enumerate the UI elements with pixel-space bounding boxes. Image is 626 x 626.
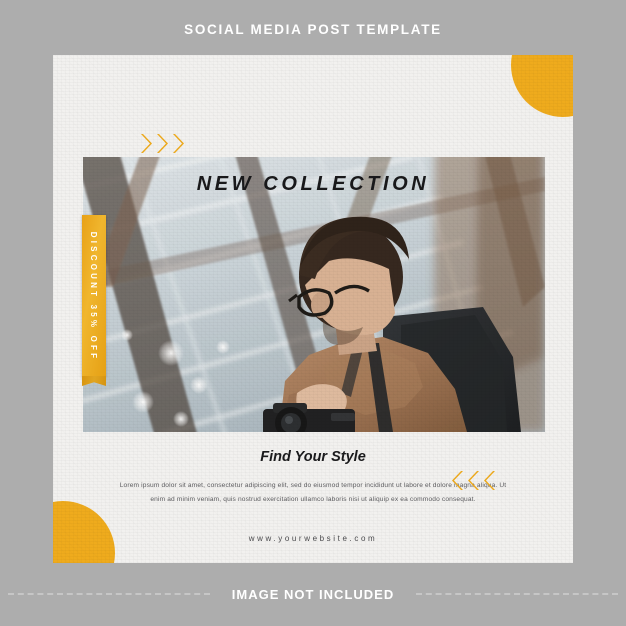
- chevron-left-icon: [482, 470, 495, 491]
- footer-notice-label: IMAGE NOT INCLUDED: [231, 586, 395, 602]
- discount-ribbon-label: DISCOUNT 35% OFF: [89, 231, 99, 361]
- card-headline: NEW COLLECTION: [196, 173, 430, 195]
- hero-photo: [83, 157, 545, 432]
- website-url: www.yourwebsite.com: [248, 534, 378, 543]
- chevron-right-icon: [157, 133, 170, 154]
- dashed-divider-right: [416, 593, 619, 595]
- chevron-right-icon: [173, 133, 186, 154]
- footer-notice-bar: IMAGE NOT INCLUDED: [0, 582, 626, 606]
- corner-decoration-bottom-left: [53, 501, 115, 563]
- chevron-left-icon: [450, 470, 463, 491]
- chevron-right-icon: [141, 133, 154, 154]
- chevron-left-icon: [466, 470, 479, 491]
- chevron-left-group: [450, 470, 495, 491]
- page-title: SOCIAL MEDIA POST TEMPLATE: [184, 22, 442, 37]
- card-subhead: Find Your Style: [260, 449, 366, 465]
- discount-ribbon: DISCOUNT 35% OFF: [82, 215, 106, 377]
- chevron-right-group: [141, 133, 186, 154]
- dashed-divider-left: [8, 593, 210, 595]
- post-card: NEW COLLECTION DISCOUNT 35% OFF Find You…: [53, 55, 573, 563]
- corner-decoration-top-right: [511, 55, 573, 117]
